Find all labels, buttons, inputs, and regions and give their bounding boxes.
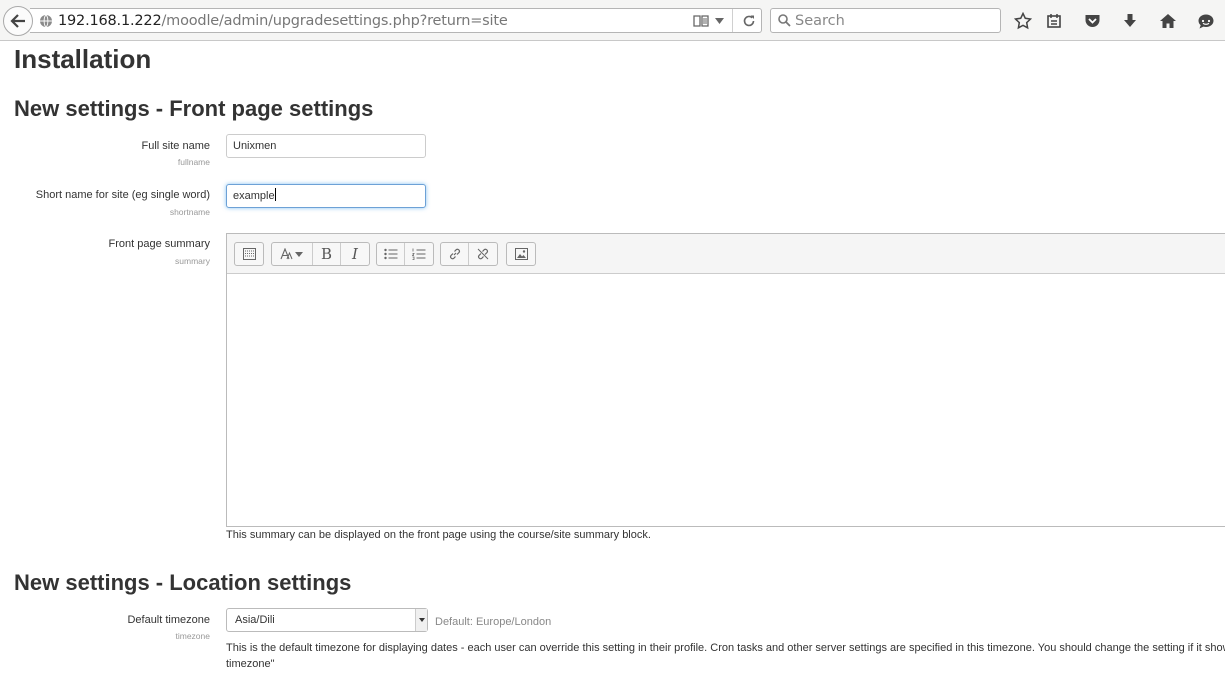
editor-group-3 bbox=[376, 242, 434, 266]
timezone-help-text-line1: This is the default timezone for display… bbox=[226, 642, 1225, 654]
timezone-label: Default timezone bbox=[127, 614, 210, 626]
summary-sublabel: summary bbox=[175, 256, 210, 266]
timezone-sublabel: timezone bbox=[175, 631, 211, 641]
pocket-icon[interactable] bbox=[1080, 9, 1104, 33]
shortname-input[interactable]: example bbox=[226, 184, 426, 208]
bookmarks-menu-icon[interactable] bbox=[1042, 9, 1066, 33]
url-host: 192.168.1.222 bbox=[58, 12, 162, 29]
bookmark-star-icon[interactable] bbox=[1011, 9, 1035, 33]
editor-group-1 bbox=[234, 242, 264, 266]
chevron-down-icon[interactable] bbox=[415, 609, 427, 631]
unlink-icon[interactable] bbox=[469, 243, 497, 265]
timezone-help-text-line2: timezone" bbox=[226, 658, 275, 670]
editor-group-4 bbox=[440, 242, 498, 266]
location-settings-heading: New settings - Location settings bbox=[14, 570, 352, 595]
back-arrow-icon bbox=[10, 14, 25, 28]
home-icon[interactable] bbox=[1156, 9, 1180, 33]
image-icon[interactable] bbox=[507, 243, 535, 265]
search-icon bbox=[778, 14, 791, 27]
editor-group-2: B I bbox=[271, 242, 370, 266]
reload-icon[interactable] bbox=[737, 9, 761, 32]
fullname-input[interactable]: Unixmen bbox=[226, 134, 426, 158]
editor-toolbar: B I bbox=[227, 234, 1225, 274]
back-button[interactable] bbox=[3, 6, 33, 36]
fullname-value: Unixmen bbox=[233, 140, 277, 152]
search-bar[interactable]: Search bbox=[770, 8, 1001, 33]
timezone-selected-value: Asia/Dili bbox=[235, 614, 275, 626]
summary-editor[interactable]: B I bbox=[226, 233, 1225, 527]
url-path: /moodle/admin/upgradesettings.php?return… bbox=[161, 12, 508, 29]
reader-view-icon[interactable] bbox=[690, 9, 712, 32]
front-page-settings-heading: New settings - Front page settings bbox=[14, 96, 374, 121]
dropdown-arrow-icon[interactable] bbox=[712, 9, 726, 32]
unordered-list-icon[interactable] bbox=[377, 243, 405, 265]
text-caret bbox=[274, 188, 276, 201]
url-text[interactable]: 192.168.1.222/moodle/admin/upgradesettin… bbox=[58, 13, 508, 29]
italic-icon[interactable]: I bbox=[341, 243, 369, 265]
page-title: Installation bbox=[14, 44, 152, 74]
summary-label: Front page summary bbox=[108, 238, 210, 250]
chat-icon[interactable] bbox=[1194, 9, 1218, 33]
fullname-sublabel: fullname bbox=[177, 157, 210, 167]
ordered-list-icon[interactable] bbox=[405, 243, 433, 265]
globe-icon bbox=[40, 14, 52, 27]
paragraph-styles-icon[interactable] bbox=[272, 243, 313, 265]
timezone-select[interactable]: Asia/Dili bbox=[226, 608, 428, 632]
editor-group-5 bbox=[506, 242, 536, 266]
link-icon[interactable] bbox=[441, 243, 469, 265]
bold-icon[interactable]: B bbox=[313, 243, 341, 265]
browser-toolbar: 192.168.1.222/moodle/admin/upgradesettin… bbox=[0, 0, 1225, 41]
show-more-buttons-icon[interactable] bbox=[235, 243, 263, 265]
summary-help-text: This summary can be displayed on the fro… bbox=[226, 529, 651, 541]
downloads-icon[interactable] bbox=[1118, 9, 1142, 33]
shortname-label: Short name for site (eg single word) bbox=[35, 189, 210, 201]
shortname-value: example bbox=[233, 190, 275, 202]
url-bar[interactable]: 192.168.1.222/moodle/admin/upgradesettin… bbox=[30, 8, 762, 33]
timezone-default-note: Default: Europe/London bbox=[435, 616, 552, 628]
shortname-sublabel: shortname bbox=[169, 207, 210, 217]
fullname-label: Full site name bbox=[141, 140, 210, 152]
search-placeholder: Search bbox=[795, 12, 845, 29]
